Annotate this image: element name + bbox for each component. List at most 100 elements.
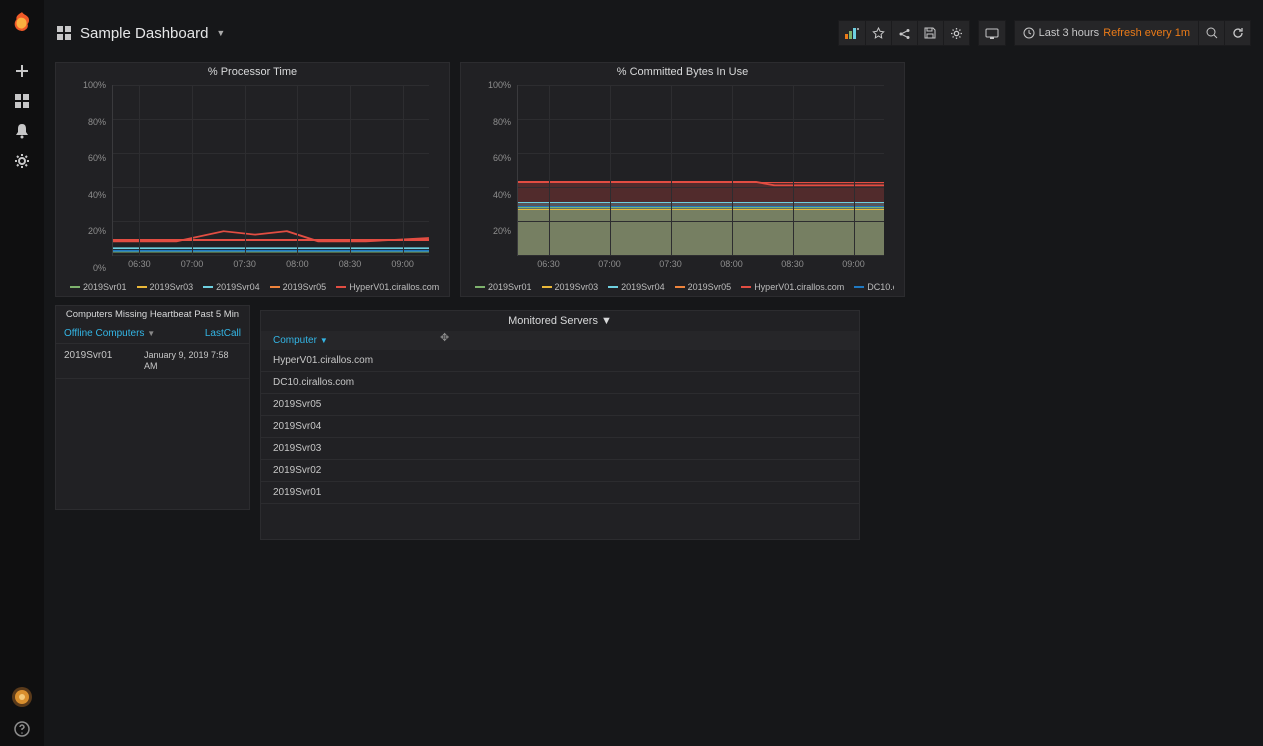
legend-item[interactable]: 2019Svr05 [270,280,327,294]
legend-item[interactable]: 2019Svr03 [137,280,194,294]
panel-title: % Processor Time [56,63,449,81]
x-tick: 07:30 [233,259,256,269]
legend-swatch [70,286,80,288]
dashboards-icon[interactable] [0,86,44,116]
legend-label: HyperV01.cirallos.com [754,282,844,292]
y-tick: 80% [471,117,511,127]
panel-missing-heartbeat[interactable]: Computers Missing Heartbeat Past 5 Min O… [55,305,250,510]
chart-area: 06:3007:0007:3008:0008:3009:00 100% 80% … [471,85,894,268]
chart-legend: 2019Svr01 2019Svr03 2019Svr04 2019Svr05 Hype… [66,280,439,294]
time-range-picker[interactable]: Last 3 hours Refresh every 1m [1014,20,1199,46]
column-header-lastcall[interactable]: LastCall [205,328,241,339]
legend-swatch [336,286,346,288]
table-row[interactable]: 2019Svr02 [261,460,859,482]
table-row[interactable]: 2019Svr01 January 9, 2019 7:58 AM [56,344,249,379]
help-icon[interactable] [0,714,44,744]
legend-item[interactable]: 2019Svr03 [542,280,599,294]
x-tick: 07:00 [598,259,621,269]
chart-grid: 06:3007:0007:3008:0008:3009:00 [112,85,429,256]
x-tick: 09:00 [391,259,414,269]
legend-item[interactable]: HyperV01.cirallos.com [336,280,439,294]
legend-swatch [854,286,864,288]
chart-area: 06:3007:0007:3008:0008:3009:00 100% 80% … [66,85,439,268]
dashboard-title-dropdown[interactable]: Sample Dashboard ▼ [56,25,225,42]
user-avatar-icon[interactable] [0,682,44,712]
star-button[interactable] [866,20,892,46]
legend-label: 2019Svr01 [488,282,532,292]
table-row[interactable]: DC10.cirallos.com [261,372,859,394]
legend-item[interactable]: HyperV01.cirallos.com [741,280,844,294]
x-tick: 08:00 [286,259,309,269]
move-icon[interactable]: ✥ [440,331,449,344]
series-hyperv-path [113,85,429,255]
y-tick: 100% [66,80,106,90]
panel-committed-bytes[interactable]: % Committed Bytes In Use 06:3007:0007:30… [460,62,905,297]
y-tick: 80% [66,117,106,127]
series-hyperv-drop [518,85,884,255]
x-tick: 09:00 [842,259,865,269]
add-panel-button[interactable] [838,20,866,46]
configuration-icon[interactable] [0,146,44,176]
cycle-view-button[interactable] [978,20,1006,46]
legend-item[interactable]: 2019Svr05 [675,280,732,294]
table-row[interactable]: 2019Svr03 [261,438,859,460]
refresh-button[interactable] [1225,20,1251,46]
grafana-logo-icon[interactable] [8,10,36,38]
legend-label: 2019Svr05 [283,282,327,292]
table-row[interactable]: 2019Svr05 [261,394,859,416]
cell-computer: 2019Svr01 [56,344,136,378]
y-tick: 20% [66,226,106,236]
panel-title-dropdown[interactable]: ✥ Monitored Servers ▼ [261,311,859,331]
alerting-icon[interactable] [0,116,44,146]
legend-item[interactable]: DC10.cirallos.com [854,280,894,294]
x-tick: 07:30 [659,259,682,269]
zoom-out-button[interactable] [1199,20,1225,46]
y-tick: 60% [471,153,511,163]
column-header-offline[interactable]: Offline Computers ▼ [64,328,155,339]
share-button[interactable] [892,20,918,46]
x-tick: 08:30 [339,259,362,269]
top-navbar: Sample Dashboard ▼ [44,18,1263,48]
panel-title: Monitored Servers [508,315,598,327]
legend-swatch [137,286,147,288]
legend-swatch [542,286,552,288]
refresh-interval-label: Refresh every 1m [1103,27,1190,39]
x-tick: 08:00 [720,259,743,269]
legend-item[interactable]: 2019Svr01 [475,280,532,294]
legend-label: 2019Svr05 [688,282,732,292]
x-tick: 07:00 [181,259,204,269]
legend-item[interactable]: 2019Svr04 [203,280,260,294]
chart-grid: 06:3007:0007:3008:0008:3009:00 [517,85,884,256]
y-tick: 100% [471,80,511,90]
panel-processor-time[interactable]: % Processor Time 06:3007:0007:3008:0008:… [55,62,450,297]
y-tick: 60% [66,153,106,163]
y-tick: 40% [66,190,106,200]
cell-lastcall: January 9, 2019 7:58 AM [136,344,249,378]
panel-monitored-servers[interactable]: ✥ Monitored Servers ▼ Computer ▼ HyperV0… [260,310,860,540]
table-body: HyperV01.cirallos.comDC10.cirallos.com20… [261,350,859,504]
legend-swatch [675,286,685,288]
save-button[interactable] [918,20,944,46]
y-tick: 40% [471,190,511,200]
settings-button[interactable] [944,20,970,46]
table-row[interactable]: 2019Svr04 [261,416,859,438]
create-icon[interactable] [0,56,44,86]
chart-legend: 2019Svr01 2019Svr03 2019Svr04 2019Svr05 Hype… [471,280,894,294]
legend-item[interactable]: 2019Svr04 [608,280,665,294]
sort-desc-icon: ▼ [320,336,328,345]
table-row[interactable]: HyperV01.cirallos.com [261,350,859,372]
time-range-label: Last 3 hours [1039,27,1100,39]
dashboard-grid: % Processor Time 06:3007:0007:3008:0008:… [55,62,1253,746]
legend-label: 2019Svr03 [150,282,194,292]
chevron-down-icon: ▼ [216,28,225,38]
y-tick: 0% [66,263,106,273]
y-tick: 20% [471,226,511,236]
table-row[interactable]: 2019Svr01 [261,482,859,504]
dashboard-title: Sample Dashboard [80,25,208,42]
legend-swatch [203,286,213,288]
chevron-down-icon: ▼ [601,315,612,327]
legend-item[interactable]: 2019Svr01 [70,280,127,294]
column-header-computer[interactable]: Computer ▼ [261,331,859,350]
legend-label: 2019Svr04 [216,282,260,292]
legend-swatch [475,286,485,288]
